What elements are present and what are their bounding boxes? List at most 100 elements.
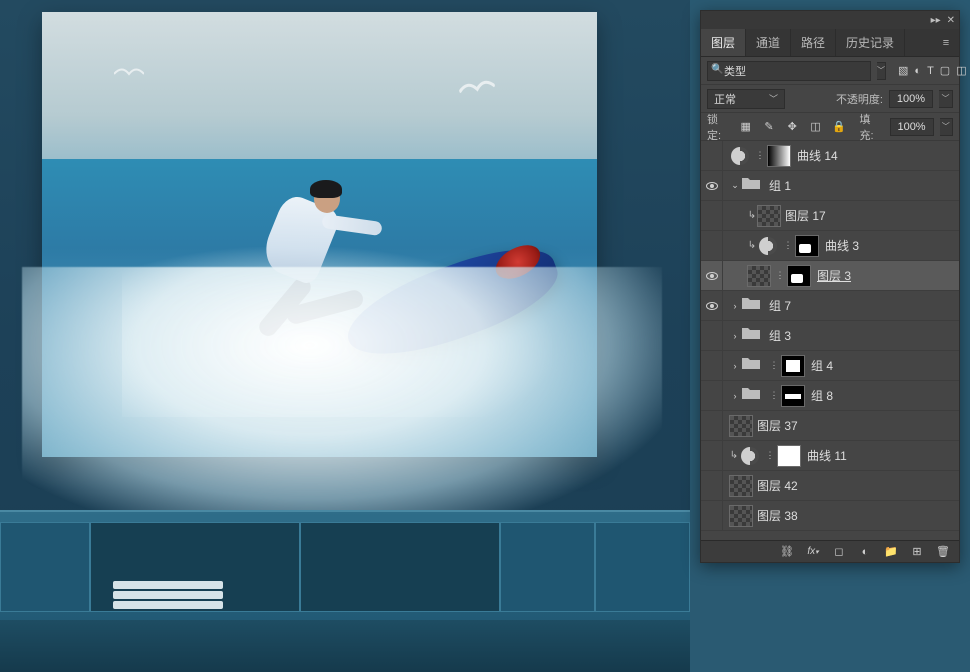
layer-thumbnail[interactable] [729, 475, 753, 497]
new-layer-icon[interactable]: ⊞ [909, 544, 925, 560]
visibility-toggle[interactable] [701, 231, 723, 260]
text-filter-icon[interactable]: T [927, 62, 934, 80]
layer-thumbnail[interactable] [729, 505, 753, 527]
chevron-down-icon[interactable]: ﹀ [939, 90, 953, 108]
lock-position-icon[interactable]: ✥ [784, 118, 801, 136]
layer-thumbnail[interactable] [757, 205, 781, 227]
lock-all-icon[interactable]: 🔒 [830, 118, 847, 136]
layer-mask-thumbnail[interactable] [767, 145, 791, 167]
visibility-toggle[interactable] [701, 381, 723, 410]
fx-icon[interactable]: fx▾ [805, 544, 821, 560]
layer-name[interactable]: 组 4 [811, 357, 833, 374]
tab-layers[interactable]: 图层 [701, 29, 746, 56]
smart-filter-icon[interactable]: ◫ [956, 62, 966, 80]
layer-name[interactable]: 图层 38 [757, 507, 798, 524]
visibility-toggle[interactable] [701, 411, 723, 440]
layer-thumbnail[interactable] [747, 265, 771, 287]
layer-mask-thumbnail[interactable] [795, 235, 819, 257]
layer-row[interactable]: ⋮ 曲线 14 [701, 141, 959, 171]
layer-list[interactable]: ⋮曲线 14⌄组 1↳图层 17↳⋮曲线 3⋮图层 3›组 7›组 3›⋮组 4… [701, 141, 959, 540]
layer-name[interactable]: 图层 37 [757, 417, 798, 434]
visibility-toggle[interactable] [701, 351, 723, 380]
mask-icon[interactable]: ◻ [831, 544, 847, 560]
lock-artboard-icon[interactable]: ◫ [807, 118, 824, 136]
layer-row[interactable]: ⌄ 组 1 [701, 171, 959, 201]
visibility-toggle[interactable] [701, 471, 723, 500]
group-icon[interactable]: 📁 [883, 544, 899, 560]
visibility-toggle[interactable] [701, 501, 723, 530]
layer-filter-type[interactable] [707, 61, 871, 81]
layer-name[interactable]: 曲线 14 [797, 147, 838, 164]
chevron-down-icon[interactable]: ﹀ [877, 62, 886, 80]
lock-row: 锁定: ▦ ✎ ✥ ◫ 🔒 填充: ﹀ [701, 113, 959, 141]
layer-row[interactable]: ⋮ 图层 3 [701, 261, 959, 291]
close-icon[interactable]: ✕ [947, 15, 955, 26]
layer-mask-thumbnail[interactable] [787, 265, 811, 287]
adjust-filter-icon[interactable]: ◐ [914, 62, 921, 80]
layer-row[interactable]: › ⋮ 组 8 [701, 381, 959, 411]
image-filter-icon[interactable]: ▧ [898, 62, 908, 80]
twisty-icon[interactable]: › [729, 361, 741, 371]
visibility-toggle[interactable] [701, 291, 723, 320]
lock-transparent-icon[interactable]: ▦ [737, 118, 754, 136]
visibility-toggle[interactable] [701, 201, 723, 230]
collapse-icon[interactable]: ▸▸ [931, 15, 941, 26]
layer-row[interactable]: 图层 38 [701, 501, 959, 531]
layer-row[interactable]: 图层 42 [701, 471, 959, 501]
layer-name[interactable]: 组 8 [811, 387, 833, 404]
visibility-toggle[interactable] [701, 171, 723, 200]
folder-icon [741, 175, 765, 197]
shape-filter-icon[interactable]: ▢ [940, 62, 950, 80]
layer-name[interactable]: 曲线 11 [807, 447, 847, 464]
floor [0, 620, 690, 672]
adjustment-icon[interactable]: ◐ [857, 544, 873, 560]
document-canvas[interactable] [0, 0, 690, 672]
layer-row[interactable]: ↳⋮曲线 11 [701, 441, 959, 471]
layer-name[interactable]: 图层 17 [785, 207, 826, 224]
layer-mask-thumbnail[interactable] [777, 445, 801, 467]
layer-name[interactable]: 图层 42 [757, 477, 798, 494]
link-icon[interactable]: ⛓ [779, 544, 795, 560]
blend-mode-select[interactable]: 正常 ﹀ [707, 89, 785, 109]
link-mask-icon[interactable]: ⋮ [783, 240, 793, 251]
layer-name[interactable]: 组 7 [769, 297, 791, 314]
layers-panel: ▸▸ ✕ 图层 通道 路径 历史记录 ≡ 🔍 ﹀ ▧ ◐ T ▢ ◫ 正常 ﹀ … [700, 10, 960, 563]
eye-icon [706, 272, 718, 280]
link-mask-icon[interactable]: ⋮ [775, 270, 785, 281]
visibility-toggle[interactable] [701, 441, 723, 470]
filter-row: 🔍 ﹀ ▧ ◐ T ▢ ◫ [701, 57, 959, 85]
link-mask-icon[interactable]: ⋮ [769, 360, 779, 371]
link-mask-icon[interactable]: ⋮ [769, 390, 779, 401]
layer-row[interactable]: › ⋮ 组 4 [701, 351, 959, 381]
opacity-field[interactable] [889, 90, 933, 108]
tab-history[interactable]: 历史记录 [836, 29, 905, 56]
link-mask-icon[interactable]: ⋮ [765, 450, 775, 461]
trash-icon[interactable]: 🗑 [935, 544, 951, 560]
layer-row[interactable]: ↳图层 17 [701, 201, 959, 231]
layer-name[interactable]: 组 1 [769, 177, 791, 194]
fill-field[interactable] [890, 118, 934, 136]
layer-row[interactable]: ↳⋮曲线 3 [701, 231, 959, 261]
lock-brush-icon[interactable]: ✎ [760, 118, 777, 136]
twisty-icon[interactable]: › [729, 301, 741, 311]
layer-name[interactable]: 图层 3 [817, 267, 851, 284]
twisty-icon[interactable]: ⌄ [729, 180, 741, 191]
tab-channels[interactable]: 通道 [746, 29, 791, 56]
layer-name[interactable]: 曲线 3 [825, 237, 859, 254]
layer-row[interactable]: › 组 3 [701, 321, 959, 351]
visibility-toggle[interactable] [701, 141, 723, 170]
visibility-toggle[interactable] [701, 321, 723, 350]
twisty-icon[interactable]: › [729, 391, 741, 401]
layer-row[interactable]: 图层 37 [701, 411, 959, 441]
chevron-down-icon[interactable]: ﹀ [940, 118, 953, 136]
layer-row[interactable]: › 组 7 [701, 291, 959, 321]
layer-thumbnail[interactable] [729, 415, 753, 437]
visibility-toggle[interactable] [701, 261, 723, 290]
layer-mask-thumbnail[interactable] [781, 385, 805, 407]
tab-paths[interactable]: 路径 [791, 29, 836, 56]
twisty-icon[interactable]: › [729, 331, 741, 341]
layer-mask-thumbnail[interactable] [781, 355, 805, 377]
link-mask-icon[interactable]: ⋮ [755, 150, 765, 161]
layer-name[interactable]: 组 3 [769, 327, 791, 344]
panel-menu-icon[interactable]: ≡ [933, 29, 959, 56]
